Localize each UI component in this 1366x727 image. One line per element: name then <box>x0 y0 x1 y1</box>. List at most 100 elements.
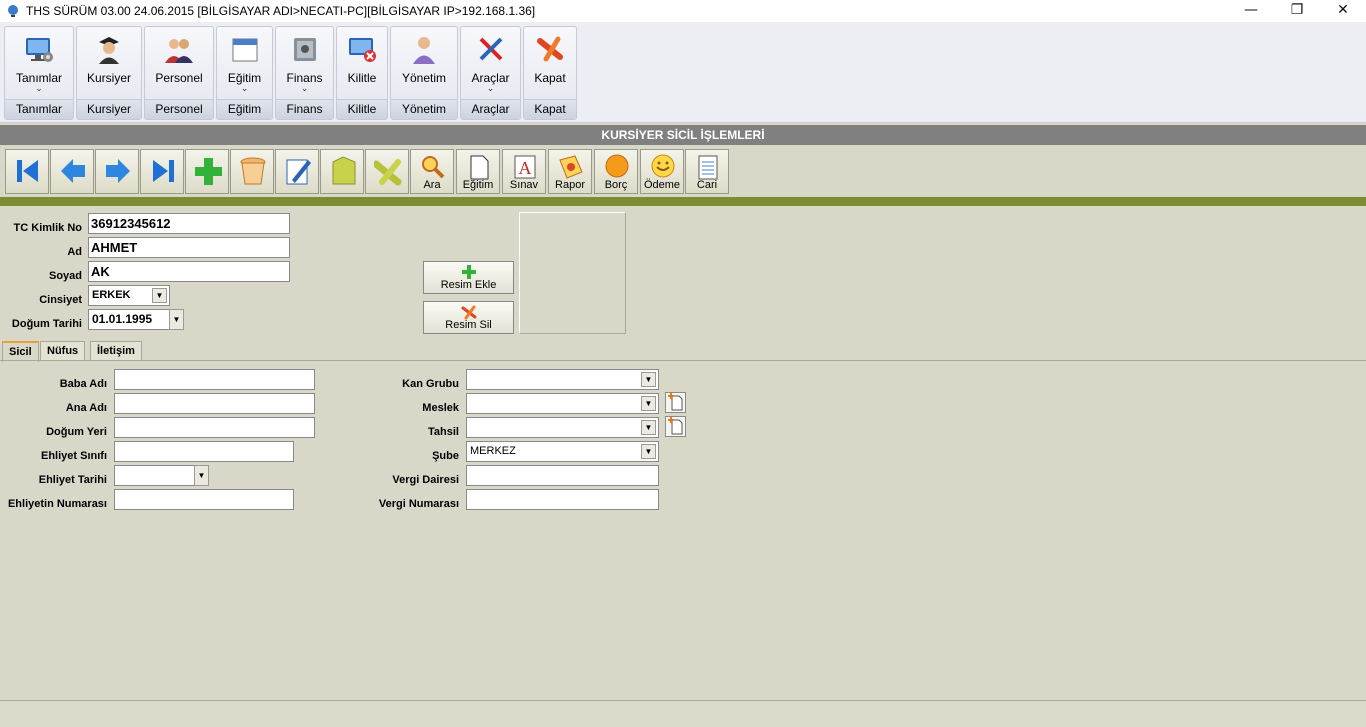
yonetim-button[interactable]: Yönetim <box>391 27 457 99</box>
calendar-icon <box>232 38 257 62</box>
kan-grubu-label: Kan Grubu <box>402 378 459 390</box>
previous-record-button[interactable] <box>50 149 94 194</box>
document-icon <box>470 155 489 180</box>
araclar-button[interactable]: Araçlar ⌄ <box>461 27 520 99</box>
toolbar-label: Eğitim <box>462 179 494 191</box>
save-record-button[interactable] <box>320 149 364 194</box>
safe-icon <box>293 38 316 61</box>
egitim-ribbon-button[interactable]: Eğitim ⌄ <box>217 27 272 99</box>
ehliyet-tarihi-input[interactable]: ▼ <box>114 465 209 486</box>
first-record-button[interactable] <box>5 149 49 194</box>
ad-input[interactable]: AHMET <box>88 237 290 258</box>
tanimlar-button[interactable]: Tanımlar ⌄ <box>5 27 73 99</box>
meslek-select[interactable]: ▼ <box>466 393 659 414</box>
egitim-button[interactable]: Eğitim <box>456 149 500 194</box>
remove-icon <box>461 305 477 320</box>
dogum-tarihi-label: Doğum Tarihi <box>11 318 82 330</box>
baba-adi-input[interactable] <box>114 369 315 390</box>
ribbon-label: Finans <box>286 71 323 85</box>
resim-ekle-button[interactable]: Resim Ekle <box>423 261 514 294</box>
ribbon-label: Personel <box>155 71 203 85</box>
add-document-icon <box>668 417 683 435</box>
dogum-tarihi-input[interactable]: 01.01.1995 ▼ <box>88 309 184 330</box>
sube-select[interactable]: MERKEZ ▼ <box>466 441 659 462</box>
odeme-button[interactable]: Ödeme <box>640 149 684 194</box>
soyad-input[interactable]: AK <box>88 261 290 282</box>
monitor-settings-icon <box>26 38 53 62</box>
window-title: THS SÜRÜM 03.00 24.06.2015 [BİLGİSAYAR A… <box>26 4 536 18</box>
add-icon <box>462 265 476 279</box>
chevron-down-icon[interactable]: ▼ <box>641 444 656 459</box>
toolbar-label: Cari <box>696 179 718 191</box>
toolbar-label: Ödeme <box>643 179 681 191</box>
tab-iletisim[interactable]: İletişim <box>90 341 142 360</box>
ehliyet-numarasi-label: Ehliyetin Numarası <box>7 498 107 510</box>
sube-value: MERKEZ <box>470 445 516 457</box>
exam-icon: A <box>514 155 536 179</box>
ana-adi-input[interactable] <box>114 393 315 414</box>
sinav-button[interactable]: A Sınav <box>502 149 546 194</box>
cancel-record-button[interactable] <box>365 149 409 194</box>
kapat-button[interactable]: Kapat <box>524 27 576 99</box>
ribbon-group-araclar: Araçlar ⌄ Araçlar <box>460 26 521 120</box>
cari-button[interactable]: Cari <box>685 149 729 194</box>
tab-strip: Sicil Nüfus İletişim <box>0 341 1366 362</box>
resim-sil-button[interactable]: Resim Sil <box>423 301 514 334</box>
dogum-yeri-label: Doğum Yeri <box>46 426 107 438</box>
dogum-yeri-input[interactable] <box>114 417 315 438</box>
ribbon-group-yonetim: Yönetim Yönetim <box>390 26 458 120</box>
vergi-dairesi-input[interactable] <box>466 465 659 486</box>
chevron-down-icon[interactable]: ▼ <box>152 288 167 303</box>
minimize-button[interactable]: — <box>1228 0 1274 22</box>
kan-grubu-select[interactable]: ▼ <box>466 369 659 390</box>
cinsiyet-select[interactable]: ERKEK ▼ <box>88 285 170 306</box>
ehliyet-tarihi-label: Ehliyet Tarihi <box>38 474 107 486</box>
chevron-down-icon[interactable]: ▼ <box>641 396 656 411</box>
tc-label: TC Kimlik No <box>13 222 82 234</box>
tab-sicil[interactable]: Sicil <box>2 341 39 362</box>
photo-frame <box>519 212 626 334</box>
tahsil-label: Tahsil <box>428 426 459 438</box>
ehliyet-sinifi-input[interactable] <box>114 441 294 462</box>
add-meslek-button[interactable] <box>665 392 686 413</box>
ribbon-group-name: Kapat <box>524 99 576 119</box>
personel-button[interactable]: Personel <box>145 27 213 99</box>
cancel-icon <box>374 159 402 186</box>
svg-text:A: A <box>519 158 532 178</box>
ribbon-group-name: Yönetim <box>391 99 457 119</box>
chevron-down-icon[interactable]: ▼ <box>169 309 184 330</box>
ribbon-group-kilitle: Kilitle Kilitle <box>336 26 388 120</box>
tc-kimlik-input[interactable]: 36912345612 <box>88 213 290 234</box>
vergi-numarasi-input[interactable] <box>466 489 659 510</box>
ribbon-group-name: Personel <box>145 99 213 119</box>
next-record-button[interactable] <box>95 149 139 194</box>
kilitle-button[interactable]: Kilitle <box>337 27 387 99</box>
search-button[interactable]: Ara <box>410 149 454 194</box>
finans-button[interactable]: Finans ⌄ <box>276 27 333 99</box>
edit-record-button[interactable] <box>275 149 319 194</box>
tahsil-select[interactable]: ▼ <box>466 417 659 438</box>
kursiyer-button[interactable]: Kursiyer <box>77 27 141 99</box>
manager-icon <box>413 37 435 64</box>
close-button[interactable]: ✕ <box>1320 0 1366 22</box>
rapor-button[interactable]: Rapor <box>548 149 592 194</box>
ana-adi-label: Ana Adı <box>65 402 107 414</box>
add-record-button[interactable] <box>185 149 229 194</box>
add-tahsil-button[interactable] <box>665 416 686 437</box>
ehliyet-numarasi-input[interactable] <box>114 489 294 510</box>
add-document-icon <box>668 393 683 411</box>
ehliyet-sinifi-label: Ehliyet Sınıfı <box>40 450 107 462</box>
restore-button[interactable]: ❐ <box>1274 0 1320 22</box>
search-icon <box>422 156 445 179</box>
resim-sil-label: Resim Sil <box>445 319 492 331</box>
borc-button[interactable]: Borç <box>594 149 638 194</box>
chevron-down-icon[interactable]: ▼ <box>641 420 656 435</box>
student-icon <box>99 37 119 64</box>
delete-record-button[interactable] <box>230 149 274 194</box>
tab-nufus[interactable]: Nüfus <box>40 341 86 360</box>
last-record-button[interactable] <box>140 149 184 194</box>
chevron-down-icon[interactable]: ▼ <box>194 465 209 486</box>
baba-adi-label: Baba Adı <box>59 378 107 390</box>
chevron-down-icon[interactable]: ▼ <box>641 372 656 387</box>
lock-screen-icon <box>349 38 376 62</box>
